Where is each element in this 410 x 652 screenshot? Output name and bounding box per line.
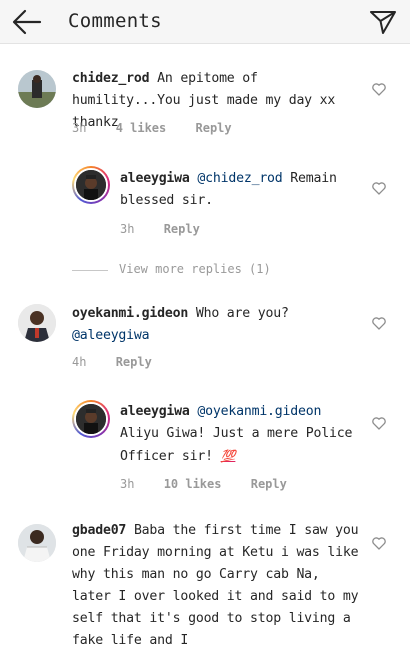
comment-text: oyekanmi.gideon Who are you? @aleeygiwa — [72, 303, 352, 347]
comment-body: Who are you? — [195, 306, 289, 321]
heart-icon[interactable] — [372, 317, 386, 330]
reply-button[interactable]: Reply — [251, 477, 287, 491]
comment-time: 3h — [72, 121, 87, 135]
avatar[interactable] — [72, 166, 110, 204]
heart-icon[interactable] — [372, 417, 386, 430]
arrow-left-icon[interactable] — [12, 9, 42, 35]
comment-likes[interactable]: 4 likes — [116, 121, 167, 135]
comment-meta: 3h Reply — [120, 222, 222, 236]
reply-button[interactable]: Reply — [164, 222, 200, 236]
comment-username[interactable]: chidez_rod — [72, 71, 150, 86]
comment-username[interactable]: aleeygiwa — [120, 404, 190, 419]
divider-line — [72, 270, 108, 271]
avatar[interactable] — [18, 304, 56, 342]
comment-text: gbade07 Baba the first time I saw you on… — [72, 520, 362, 652]
heart-icon[interactable] — [372, 83, 386, 96]
comment-body: Baba the first time I saw you one Friday… — [72, 523, 359, 648]
reply-button[interactable]: Reply — [196, 121, 232, 135]
comment-username[interactable]: oyekanmi.gideon — [72, 306, 188, 321]
avatar[interactable] — [72, 400, 110, 438]
comment-meta: 3h 10 likes Reply — [120, 477, 309, 491]
comment-likes[interactable]: 10 likes — [164, 477, 222, 491]
comment-time: 4h — [72, 355, 87, 369]
hundred-points-emoji: 💯 — [220, 449, 236, 463]
comment-time: 3h — [120, 477, 135, 491]
send-icon[interactable] — [369, 8, 397, 36]
view-more-replies[interactable]: View more replies (1) — [72, 262, 332, 278]
comment-body: Aliyu Giwa! Just a mere Police Officer s… — [120, 426, 353, 464]
comments-header: Comments — [0, 0, 410, 44]
view-more-label[interactable]: View more replies (1) — [119, 262, 271, 276]
comment-username[interactable]: gbade07 — [72, 523, 126, 538]
comment-text: aleeygiwa @chidez_rod Remain blessed sir… — [120, 168, 360, 212]
comment-meta: 3h 4 likes Reply — [72, 121, 254, 135]
comment-text: aleeygiwa @oyekanmi.gideon Aliyu Giwa! J… — [120, 401, 360, 468]
heart-icon[interactable] — [372, 537, 386, 550]
mention-link[interactable]: @chidez_rod — [197, 171, 282, 186]
comment-username[interactable]: aleeygiwa — [120, 171, 190, 186]
avatar[interactable] — [18, 524, 56, 562]
mention-link[interactable]: @oyekanmi.gideon — [197, 404, 321, 419]
heart-icon[interactable] — [372, 182, 386, 195]
comment-meta: 4h Reply — [72, 355, 174, 369]
comment-time: 3h — [120, 222, 135, 236]
page-title: Comments — [68, 10, 162, 32]
reply-button[interactable]: Reply — [116, 355, 152, 369]
mention-link[interactable]: @aleeygiwa — [72, 328, 150, 343]
avatar[interactable] — [18, 70, 56, 108]
